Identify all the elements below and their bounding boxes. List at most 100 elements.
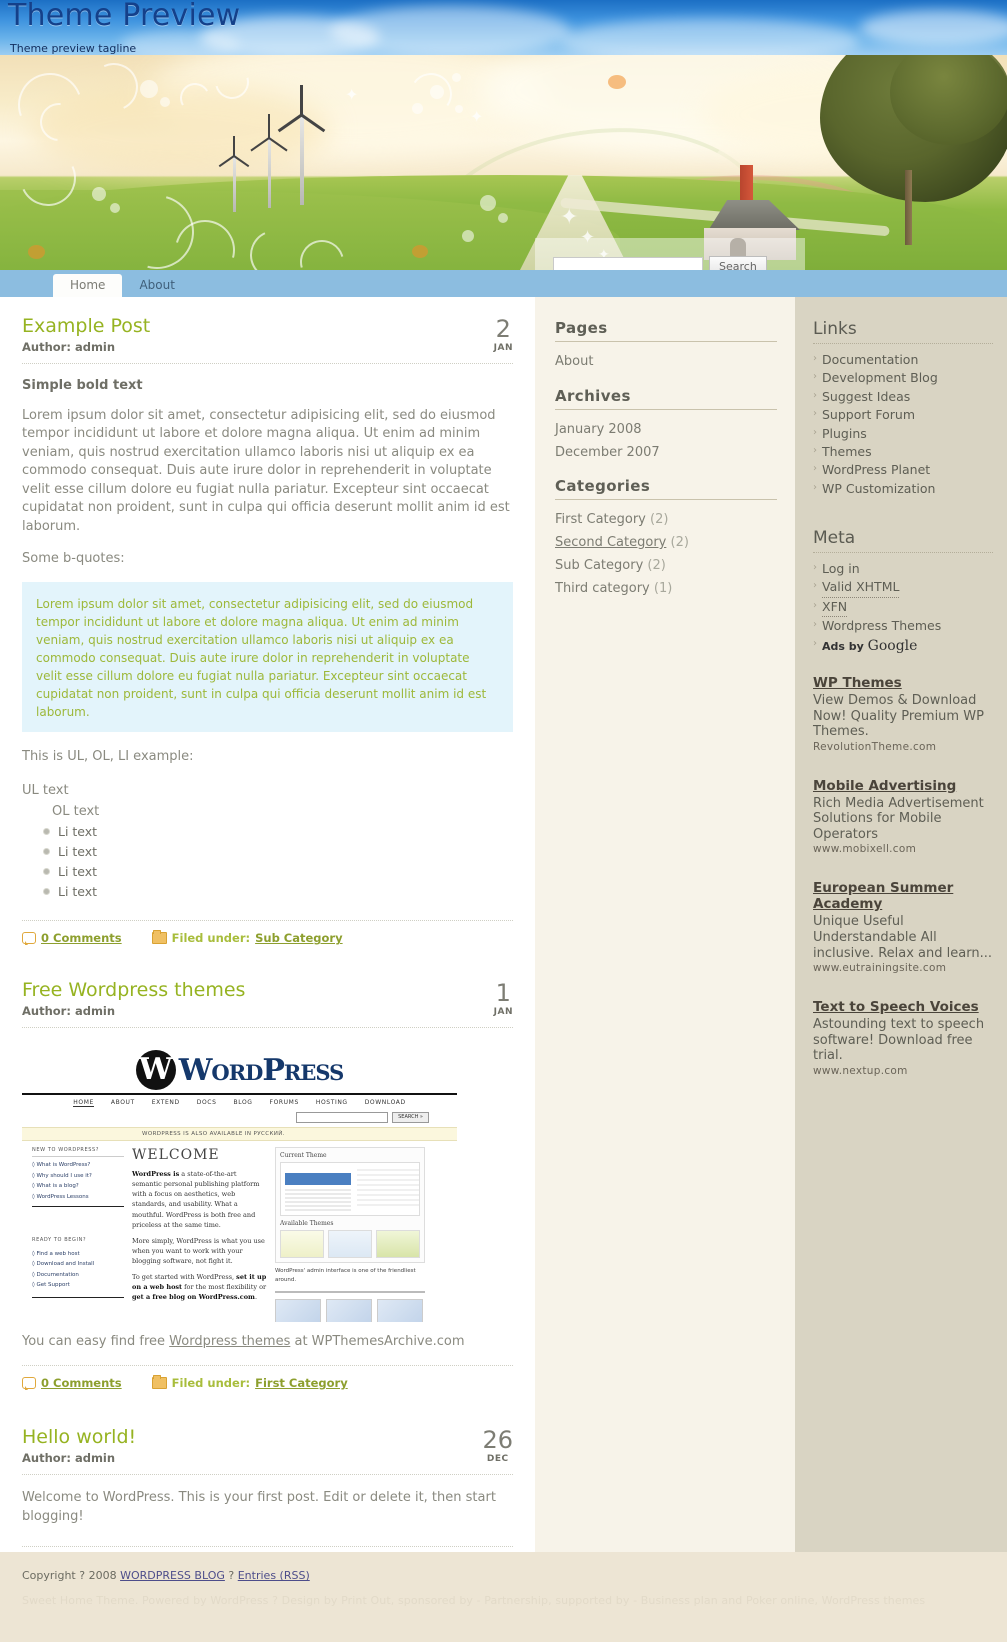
ad-text-to-speech-voices[interactable]: Text to Speech Voices Astounding text to… [813,999,993,1077]
post-title[interactable]: Free Wordpress themes [22,979,245,1002]
main-content-column: Example Post Author: admin 2 JAN Simple … [0,297,535,1607]
chevron-right-icon: › [813,562,817,573]
cloud-decoration [560,18,860,55]
folder-icon [151,930,167,945]
content-columns: Example Post Author: admin 2 JAN Simple … [0,297,1007,1607]
link-plugins[interactable]: Plugins [822,425,867,443]
list-item: OL text [52,803,100,819]
wordpress-themes-link[interactable]: Wordpress themes [169,1334,290,1349]
nav-tab-home[interactable]: Home [53,274,123,297]
comments-meta[interactable]: 0 Comments [22,1376,122,1391]
wp-left-link: ◊ Get Support [32,1282,70,1289]
ad-url: www.eutrainingsite.com [813,962,947,975]
list-item: First Category (2) [555,509,777,532]
search-input[interactable] [553,257,703,270]
meta-link-xfn[interactable]: XFN [822,598,848,618]
category-link[interactable]: Sub Category [255,931,343,945]
wordpress-nav: HOME ABOUT EXTEND DOCS BLOG FORUMS HOSTI… [22,1095,457,1110]
ad-title[interactable]: European Summer Academy [813,881,993,913]
page-link-about[interactable]: About [555,354,593,369]
wp-panel-subtitle: Available Themes [280,1220,334,1228]
link-support-forum[interactable]: Support Forum [822,406,915,424]
ad-body: Unique Useful Understandable All inclusi… [813,914,992,961]
post-date: 26 DEC [482,1426,513,1464]
post-title[interactable]: Hello world! [22,1426,136,1449]
ad-title[interactable]: Text to Speech Voices [813,999,993,1016]
category-link-first[interactable]: First Category [555,512,646,527]
orange-bubble-decoration [608,75,626,89]
search-button[interactable]: Search [709,256,767,270]
category-link[interactable]: First Category [255,1376,348,1390]
wp-paragraph: To get started with WordPress, set it up… [132,1272,267,1301]
ad-url: www.mobixell.com [813,843,917,856]
wp-right-column: Current Theme Available Themes WordPress… [275,1147,425,1323]
link-wp-customization[interactable]: WP Customization [822,480,935,498]
list-item: December 2007 [555,442,777,465]
ad-title[interactable]: Mobile Advertising [813,778,993,795]
archive-link-december-2007[interactable]: December 2007 [555,445,660,460]
list-item: › Documentation [813,351,993,369]
footer-credits: Sweet Home Theme. Powered by WordPress ?… [22,1594,926,1607]
divider [275,1290,425,1293]
bubble-decoration [92,187,106,201]
ad-url: RevolutionTheme.com [813,740,937,753]
page-root: Theme Preview Theme preview tagline ✦ ✦ … [0,0,1007,1642]
list-item: UL text [22,782,69,798]
link-documentation[interactable]: Documentation [822,351,918,369]
wp-left-link: ◊ Documentation [32,1271,79,1278]
wp-current-theme-panel: Current Theme Available Themes [275,1147,425,1264]
sparkle-decoration: ✦ [470,107,484,126]
wp-nav-item: HOME [73,1099,94,1108]
category-link-third[interactable]: Third category [555,581,650,596]
post-author: Author: admin [22,1451,116,1466]
meta-link-login[interactable]: Log in [822,560,860,578]
wp-left-link: ◊ Download and Install [32,1261,95,1268]
chevron-right-icon: › [813,371,817,383]
bubble-decoration [498,213,508,223]
link-development-blog[interactable]: Development Blog [822,369,938,387]
meta-link-wordpress-themes[interactable]: Wordpress Themes [822,617,941,635]
ad-european-summer-academy[interactable]: European Summer Academy Unique Useful Un… [813,881,993,975]
ad-title[interactable]: WP Themes [813,675,993,692]
widget-pages: Pages About [555,319,777,374]
link-themes[interactable]: Themes [822,443,872,461]
wp-theme-thumbnails [280,1230,420,1259]
wp-left-link: ◊ WordPress Lessons [32,1193,89,1200]
ad-mobile-advertising[interactable]: Mobile Advertising Rich Media Advertisem… [813,778,993,856]
ad-wp-themes[interactable]: WP Themes View Demos & Download Now! Qua… [813,675,993,753]
list-item: › Log in [813,560,993,578]
post-meta: 0 Comments Filed under: First Category [22,1375,513,1391]
orange-bubble-decoration [412,245,428,258]
archive-link-january-2008[interactable]: January 2008 [555,422,642,437]
meta-list: › Log in › Valid XHTML › XFN › Wordpress The… [813,560,993,656]
ad-url: www.nextup.com [813,1064,908,1077]
post-title[interactable]: Example Post [22,315,150,338]
wind-turbine-icon [276,85,330,205]
post-meta: 0 Comments Filed under: Sub Category [22,930,513,946]
filed-under-label: Filed under: [171,1376,251,1391]
footer-blog-link[interactable]: WORDPRESS BLOG [120,1569,225,1582]
list-item: › Suggest Ideas [813,388,993,406]
comments-link[interactable]: 0 Comments [41,1376,122,1390]
category-link-sub[interactable]: Sub Category [555,558,643,573]
divider [555,408,777,410]
post-example-post: Example Post Author: admin 2 JAN Simple … [22,315,513,946]
category-link-second[interactable]: Second Category [555,535,666,550]
list-item: Second Category (2) [555,532,777,555]
chevron-right-icon: › [813,637,817,649]
meta-link-valid-xhtml[interactable]: Valid XHTML [822,578,900,598]
wp-mini-shot [275,1298,321,1323]
wp-theme-thumb [376,1230,420,1259]
list-item: › Themes [813,443,993,461]
comments-link[interactable]: 0 Comments [41,931,122,945]
ads-by-google-badge[interactable]: Ads by Google [822,636,917,657]
footer-rss-link[interactable]: Entries (RSS) [238,1569,310,1582]
filed-under-label: Filed under: [171,931,251,946]
post-body-text: Lorem ipsum dolor sit amet, consectetur … [22,407,510,534]
link-wordpress-planet[interactable]: WordPress Planet [822,461,930,479]
nav-tab-about[interactable]: About [122,274,191,297]
link-suggest-ideas[interactable]: Suggest Ideas [822,388,910,406]
links-widget-title: Links [813,319,857,339]
comments-meta[interactable]: 0 Comments [22,931,122,946]
blog-title[interactable]: Theme Preview [8,0,240,33]
